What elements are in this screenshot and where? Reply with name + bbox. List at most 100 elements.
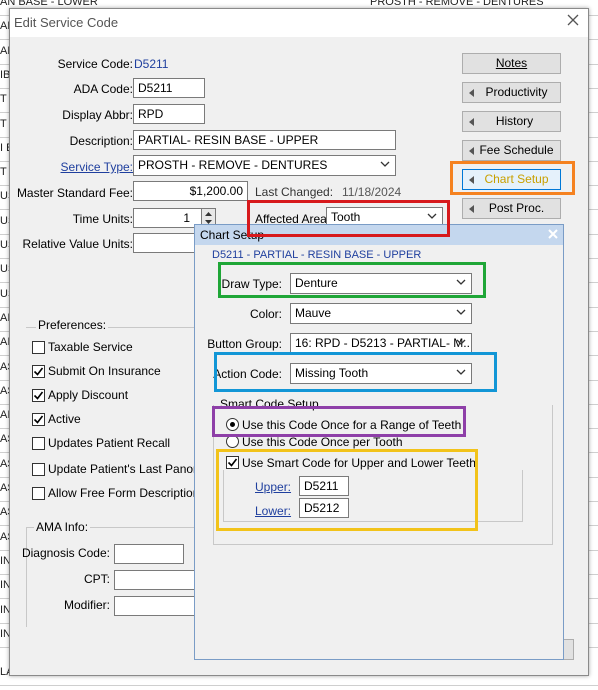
service-type-select[interactable]: PROSTH - REMOVE - DENTURES [133, 155, 396, 176]
last-changed-label: Last Changed: [255, 185, 334, 199]
chart-setup-titlebar: Chart Setup [195, 225, 563, 245]
preference-label: Submit On Insurance [48, 364, 161, 378]
action-code-value: Missing Tooth [295, 366, 369, 380]
preference-label: Taxable Service [48, 340, 133, 354]
color-value: Mauve [295, 306, 332, 320]
upper-code-input[interactable]: D5211 [299, 476, 349, 496]
close-icon[interactable] [547, 228, 559, 240]
description-input[interactable]: PARTIAL- RESIN BASE - UPPER [133, 130, 396, 150]
ama-title: AMA Info: [34, 520, 91, 534]
radio-range[interactable] [226, 418, 239, 431]
chevron-down-icon [456, 339, 466, 345]
action-code-label: Action Code: [213, 367, 282, 381]
affected-area-value: Tooth [331, 210, 361, 224]
preference-label: Updates Patient Recall [48, 436, 171, 450]
chart-setup-dialog: Chart Setup D5211 - PARTIAL - RESIN BASE… [194, 224, 564, 660]
productivity-button[interactable]: Productivity [462, 82, 561, 103]
service-type-link[interactable]: Service Type: [61, 160, 133, 174]
draw-type-label: Draw Type: [221, 277, 282, 291]
preference-checkbox[interactable] [32, 341, 45, 354]
ada-code-input[interactable]: D5211 [133, 78, 205, 98]
close-icon[interactable] [566, 13, 580, 27]
smart-code-checkbox-label: Use Smart Code for Upper and Lower Teeth [242, 456, 476, 470]
preference-label: Active [48, 412, 81, 426]
button-group-label: Button Group: [207, 337, 282, 351]
display-abbr-label: Display Abbr: [62, 108, 133, 122]
background-row-left: AN BASE - LOWER [0, 0, 98, 8]
action-code-select[interactable]: Missing Tooth [290, 363, 472, 384]
radio-selected-dot [230, 422, 235, 427]
arrow-left-icon [469, 205, 474, 213]
chevron-down-icon [380, 161, 390, 167]
ada-code-label: ADA Code: [73, 82, 133, 96]
preference-checkbox[interactable] [32, 463, 45, 476]
diagnosis-code-input[interactable] [114, 544, 184, 564]
service-type-value: PROSTH - REMOVE - DENTURES [138, 158, 328, 172]
preference-label: Update Patient's Last Panoram [48, 462, 214, 476]
arrow-left-icon [469, 89, 474, 97]
display-abbr-input[interactable]: RPD [133, 104, 205, 124]
radio-per-tooth-label: Use this Code Once per Tooth [242, 435, 403, 449]
post-proc-button-label: Post Proc. [488, 201, 545, 215]
radio-per-tooth[interactable] [226, 435, 239, 448]
preference-label: Allow Free Form Description [48, 486, 200, 500]
last-changed-value: 11/18/2024 [342, 185, 402, 199]
service-code-value: D5211 [134, 57, 169, 71]
checkmark-icon [227, 458, 238, 467]
upper-link[interactable]: Upper: [255, 480, 291, 494]
preference-label: Apply Discount [48, 388, 129, 402]
modifier-label: Modifier: [63, 598, 110, 612]
preference-checkbox[interactable] [32, 437, 45, 450]
dialog-titlebar: Edit Service Code [10, 9, 588, 37]
master-fee-input[interactable]: $1,200.00 [133, 181, 248, 201]
checkmark-icon [33, 367, 44, 376]
chevron-down-icon [427, 213, 437, 219]
color-label: Color: [249, 307, 282, 321]
checkmark-icon [33, 415, 44, 424]
lower-link[interactable]: Lower: [255, 504, 291, 518]
productivity-button-label: Productivity [485, 85, 548, 99]
fee-schedule-button-label: Fee Schedule [479, 143, 554, 157]
color-select[interactable]: Mauve [290, 303, 472, 324]
radio-range-label: Use this Code Once for a Range of Teeth [242, 418, 462, 432]
modifier-input[interactable] [114, 596, 196, 616]
chart-setup-button[interactable]: Chart Setup [462, 169, 561, 190]
chart-setup-button-label: Chart Setup [484, 172, 549, 186]
dialog-title: Edit Service Code [14, 15, 119, 30]
preference-checkbox[interactable] [32, 487, 45, 500]
chevron-down-icon [456, 309, 466, 315]
chevron-down-icon [456, 369, 466, 375]
preferences-title: Preferences: [36, 318, 109, 332]
chevron-down-icon [456, 279, 466, 285]
rvu-label: Relative Value Units: [22, 237, 134, 251]
history-button-label: History [495, 114, 534, 128]
draw-type-select[interactable]: Denture [290, 273, 472, 294]
cpt-input[interactable] [114, 570, 196, 590]
fee-schedule-button[interactable]: Fee Schedule [462, 140, 561, 161]
background-row-right: PROSTH - REMOVE - DENTURES [370, 0, 544, 8]
arrow-left-icon [469, 118, 474, 126]
lower-code-input[interactable]: D5212 [299, 498, 349, 518]
draw-type-value: Denture [295, 276, 338, 290]
description-label: Description: [69, 134, 133, 148]
diagnosis-code-label: Diagnosis Code: [21, 546, 110, 560]
service-code-label: Service Code: [57, 57, 133, 71]
preference-checkbox[interactable] [32, 389, 45, 402]
smart-code-checkbox[interactable] [226, 456, 239, 469]
arrow-left-icon [469, 176, 474, 184]
checkmark-icon [33, 391, 44, 400]
button-group-select[interactable]: 16: RPD - D5213 - PARTIAL- M... [290, 333, 472, 354]
preference-checkbox[interactable] [32, 413, 45, 426]
notes-button[interactable]: Notes [462, 53, 561, 74]
time-units-label: Time Units: [72, 212, 133, 226]
chart-setup-title: Chart Setup [200, 228, 265, 242]
cpt-label: CPT: [83, 572, 110, 586]
button-group-value: 16: RPD - D5213 - PARTIAL- M... [295, 336, 472, 350]
chart-setup-subtitle: D5211 - PARTIAL - RESIN BASE - UPPER [212, 249, 422, 261]
arrow-left-icon [469, 147, 474, 155]
master-fee-label: Master Standard Fee: [16, 186, 133, 200]
history-button[interactable]: History [462, 111, 561, 132]
preference-checkbox[interactable] [32, 365, 45, 378]
notes-button-label: Notes [495, 56, 528, 70]
post-proc-button[interactable]: Post Proc. [462, 198, 561, 219]
